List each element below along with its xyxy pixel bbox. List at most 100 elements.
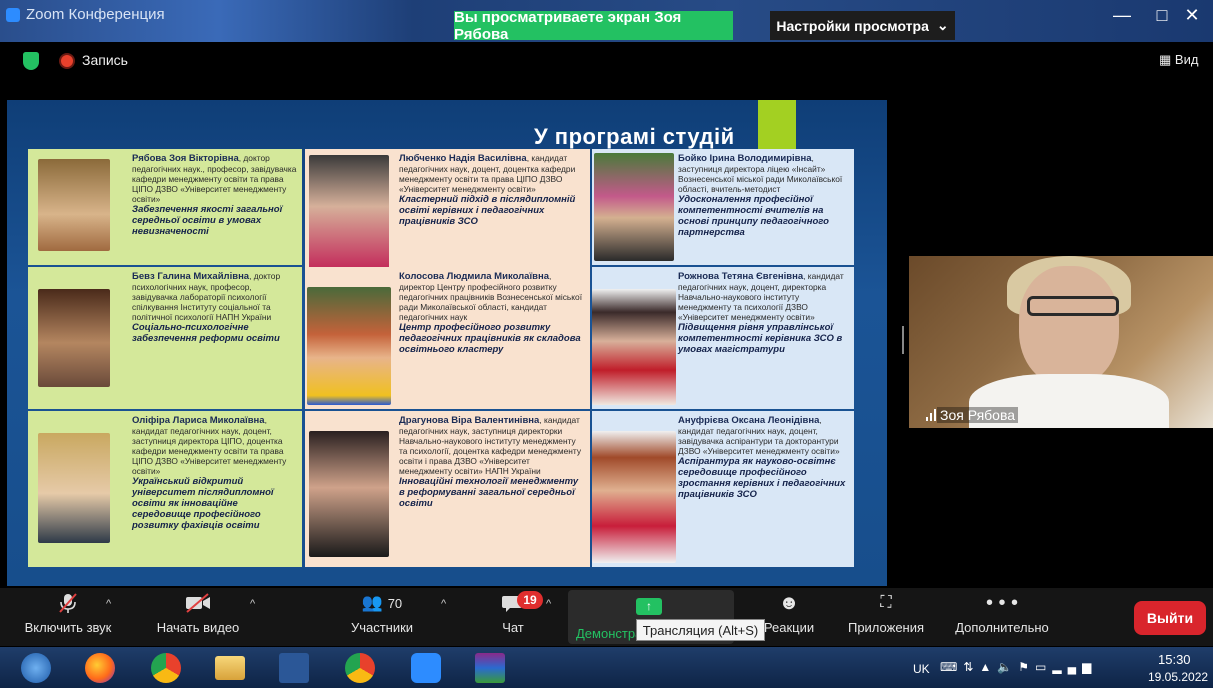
speaker-topic: Соціально-психологічне забезпечення рефо…: [132, 322, 280, 344]
speaker-photo: [38, 159, 110, 251]
recording-icon[interactable]: [61, 55, 73, 67]
view-settings-label: Настройки просмотра: [776, 17, 929, 34]
taskbar-explorer[interactable]: [206, 651, 254, 685]
share-tooltip: Трансляция (Alt+S): [636, 619, 765, 641]
speaker-card: Бевз Галина Михайлівна, доктор психологі…: [28, 267, 302, 409]
speaker-topic: Кластерний підхід в післядипломній освіт…: [399, 194, 576, 227]
firefox-icon: [85, 653, 115, 683]
grid-view-icon: ▦: [1159, 52, 1175, 67]
tray-icons[interactable]: ⌨⇅▲🔈⚑▭▂▄▆: [940, 660, 1097, 674]
speaker-card: Рожнова Тетяна Євгенівна, кандидат педаг…: [592, 267, 854, 409]
emoji-plus-icon: ☻: [778, 592, 800, 614]
speaker-photo: [592, 431, 676, 563]
taskbar-zoom[interactable]: [402, 651, 450, 685]
taskbar-winrar[interactable]: [466, 651, 514, 685]
zoom-icon: [411, 653, 441, 683]
speaker-topic: Центр професійного розвитку педагогічних…: [399, 322, 581, 355]
clock-time[interactable]: 15:30: [1158, 652, 1191, 667]
reactions-button[interactable]: ☻ Реакции: [756, 592, 822, 635]
chrome-profile-icon: [345, 653, 375, 683]
participants-label: Участники: [350, 620, 414, 635]
speaker-photo: [38, 289, 110, 387]
participant-video-tile[interactable]: [909, 256, 1213, 428]
more-button[interactable]: • • • Дополнительно: [946, 592, 1058, 635]
speaker-topic: Удосконалення професійної компетентності…: [678, 194, 829, 238]
taskbar-word[interactable]: [270, 651, 318, 685]
speaker-name: Ануфрієва Оксана Леонідівна: [678, 415, 820, 426]
participants-button[interactable]: 👥 70 Участники: [340, 592, 424, 635]
apps-icon: ⛶: [880, 594, 892, 611]
resize-handle[interactable]: [902, 326, 904, 354]
zoom-app-icon: [6, 8, 20, 22]
participant-glasses: [1027, 296, 1119, 316]
maximize-icon: □: [1156, 4, 1168, 25]
taskbar-chrome-user[interactable]: [336, 651, 384, 685]
speaker-topic: Підвищення рівня управлінської компетент…: [678, 322, 843, 355]
clock-date[interactable]: 19.05.2022: [1148, 670, 1208, 684]
chat-label: Чат: [502, 620, 524, 635]
participants-count: 70: [387, 596, 403, 611]
close-window-button[interactable]: ✕: [1170, 0, 1213, 30]
speaker-topic: Український відкритий університет післяд…: [132, 476, 274, 531]
video-off-icon: [186, 593, 210, 613]
word-icon: [279, 653, 309, 683]
windows-logo-icon: [21, 653, 51, 683]
speaker-photo: [38, 433, 110, 543]
screen-share-banner: Вы просматриваете экран Зоя Рябова: [454, 9, 733, 43]
more-dots-icon: • • •: [985, 592, 1019, 614]
start-button[interactable]: [12, 651, 60, 685]
speaker-photo: [594, 153, 674, 261]
reactions-label: Реакции: [763, 620, 815, 635]
participants-icon: 👥 70: [361, 593, 403, 612]
speaker-name: Любченко Надія Василівна: [399, 153, 527, 164]
volume-icon: 🔈: [997, 660, 1019, 674]
speaker-name: Колосова Людмила Миколаївна: [399, 271, 549, 282]
slide-title: У програмі студій: [534, 124, 735, 149]
minimize-button[interactable]: —: [1100, 0, 1144, 30]
participant-name-label: Зоя Рябова: [937, 407, 1019, 423]
chat-options-caret[interactable]: ^: [546, 598, 551, 610]
chevron-down-icon: ⌄: [936, 17, 949, 33]
speaker-photo: [309, 155, 389, 269]
taskbar-firefox[interactable]: [76, 651, 124, 685]
recording-label[interactable]: Запись: [82, 52, 128, 68]
folder-icon: [215, 656, 245, 680]
language-indicator[interactable]: UK: [913, 662, 930, 676]
apps-button[interactable]: ⛶ Приложения: [836, 592, 936, 635]
chat-unread-badge: 19: [517, 591, 543, 609]
speaker-name: Бевз Галина Михайлівна: [132, 271, 250, 282]
signal-icon: ▂▄▆: [1052, 660, 1098, 674]
unmute-label: Включить звук: [24, 620, 112, 635]
speaker-card: Оліфіра Лариса Миколаївна, кандидат педа…: [28, 411, 302, 567]
audio-options-caret[interactable]: ^: [106, 598, 111, 610]
battery-icon: ▭: [1035, 660, 1053, 674]
speaker-topic: Аспірантура як науково-освітнє середовищ…: [678, 456, 846, 500]
apps-label: Приложения: [847, 620, 925, 635]
video-options-caret[interactable]: ^: [250, 598, 255, 610]
taskbar-chrome[interactable]: [142, 651, 190, 685]
speaker-photo: [309, 431, 389, 557]
speaker-name: Бойко Ірина Володимирівна: [678, 153, 812, 164]
flag-icon: ⚑: [1018, 660, 1035, 674]
leave-meeting-button[interactable]: Выйти: [1134, 601, 1206, 635]
security-shield-icon[interactable]: [23, 52, 39, 70]
start-video-button[interactable]: Начать видео: [146, 592, 250, 635]
minimize-icon: —: [1113, 4, 1131, 25]
speaker-photo: [592, 289, 676, 405]
signal-strength-icon: [926, 409, 936, 421]
view-settings-dropdown[interactable]: Настройки просмотра ⌄: [770, 11, 955, 40]
speaker-card: Драгунова Віра Валентинівна, кандидат пе…: [305, 411, 590, 567]
speaker-card: Рябова Зоя Вікторівна, доктор педагогічн…: [28, 149, 302, 265]
speaker-card: Колосова Людмила Миколаївна, директор Це…: [305, 267, 590, 409]
speaker-name: Драгунова Віра Валентинівна: [399, 415, 540, 426]
participants-options-caret[interactable]: ^: [441, 598, 446, 610]
more-label: Дополнительно: [955, 620, 1049, 635]
speaker-topic: Інноваційні технології менеджменту в реф…: [399, 476, 579, 509]
view-button-label: Вид: [1174, 52, 1199, 67]
speaker-topic: Забезпечення якості загальної середньої …: [132, 204, 283, 237]
unmute-button[interactable]: Включить звук: [16, 592, 120, 635]
speaker-card: Ануфрієва Оксана Леонідівна, кандидат пе…: [592, 411, 854, 567]
participant-face: [1019, 266, 1119, 386]
view-button[interactable]: ▦ Вид: [1159, 52, 1198, 68]
start-video-label: Начать видео: [156, 620, 240, 635]
